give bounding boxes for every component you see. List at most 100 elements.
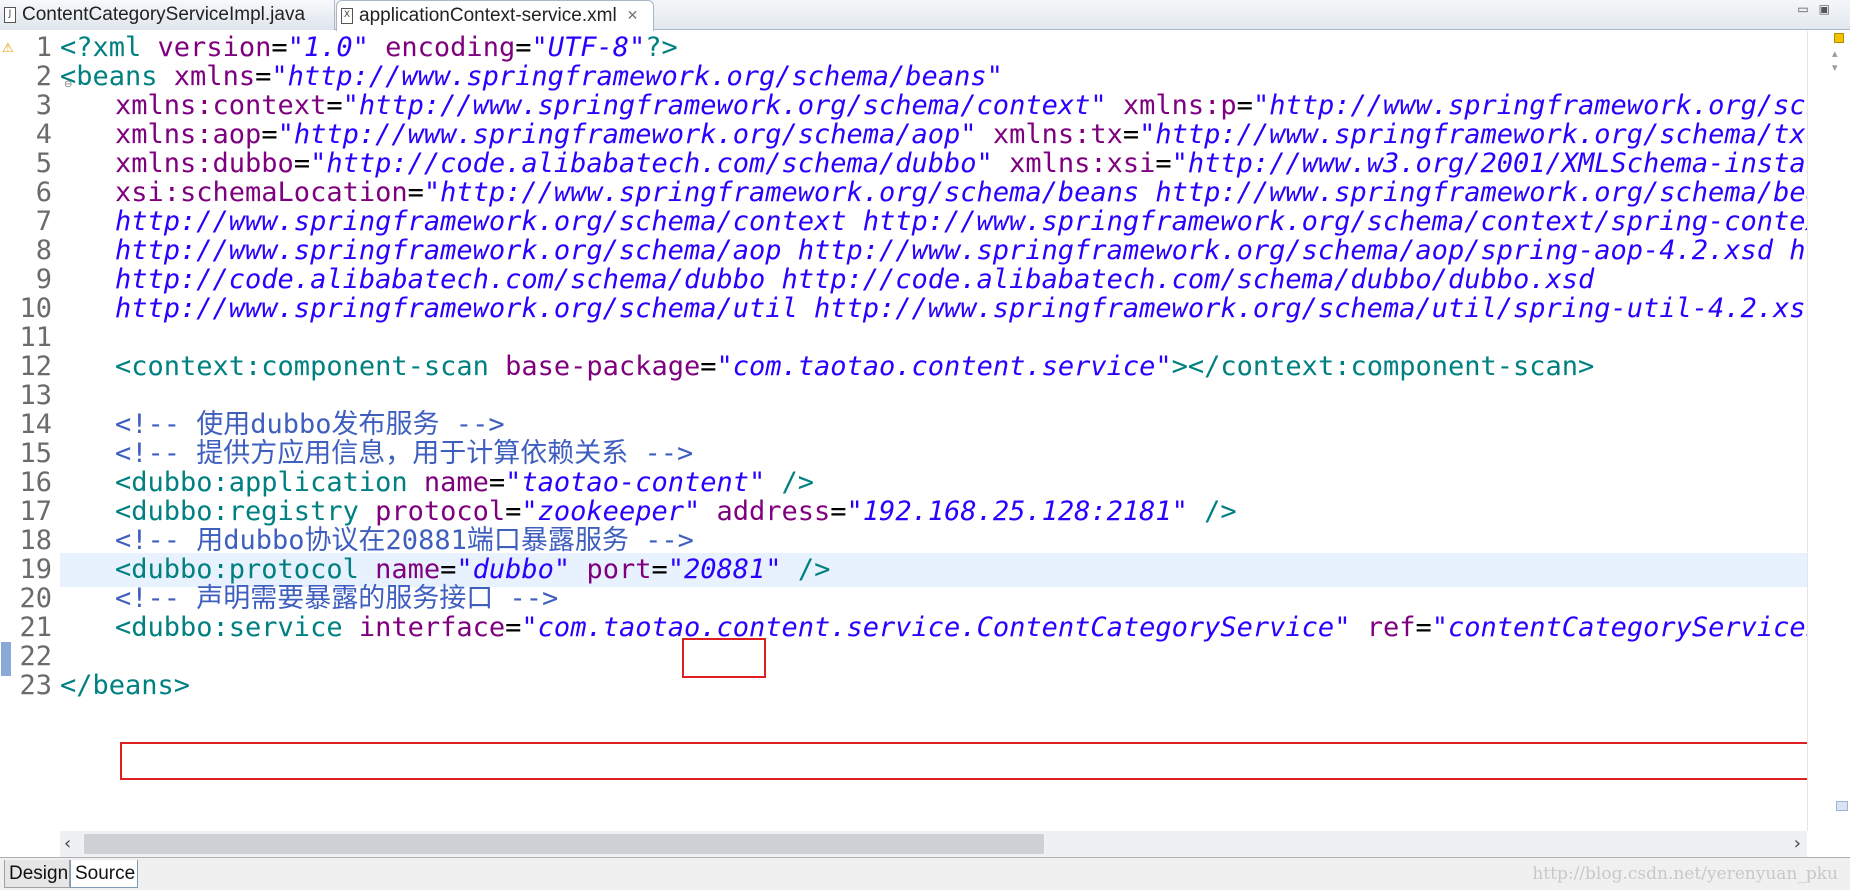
equals: = — [1236, 90, 1253, 121]
equals: = — [407, 177, 424, 208]
attribute-value: "com.taotao.content.service" — [716, 351, 1172, 382]
xml-comment: <!-- 声明需要暴露的服务接口 --> — [115, 583, 559, 614]
ruler-ticks: ▴ ▾ — [1832, 47, 1838, 74]
attribute: xmlns:aop — [115, 119, 262, 150]
tab-design[interactable]: Design — [4, 860, 70, 888]
attribute: base-package — [505, 351, 701, 382]
horizontal-scrollbar[interactable]: ‹ › — [60, 831, 1807, 857]
attribute-value: "192.168.25.128:2181" — [846, 496, 1188, 527]
quick-diff-marker — [1, 642, 11, 676]
equals: = — [488, 467, 506, 498]
editor-mode-bar: Design Source http://blog.csdn.net/yeren… — [0, 857, 1850, 890]
attribute-value: http://code.alibabatech.com/schema/dubbo… — [115, 264, 1595, 295]
editor-tab-bar: J ContentCategoryServiceImpl.java X appl… — [0, 0, 1850, 31]
attribute: name — [375, 554, 441, 585]
attribute-value: "dubbo" — [456, 554, 571, 585]
warning-overview-icon[interactable] — [1834, 33, 1844, 43]
attribute-value: http://www.springframework.org/schema/ut… — [115, 293, 1807, 324]
equals: = — [651, 554, 668, 585]
quote: " — [765, 554, 782, 585]
warning-icon[interactable]: ⚠ — [2, 41, 14, 56]
equals: = — [326, 90, 343, 121]
line-number-gutter: 1 2 3 4 5 6 7 8 9 10 11 12 13 14 15 16 1… — [14, 31, 72, 831]
equals: = — [700, 351, 717, 382]
port-value: 20881 — [684, 554, 766, 585]
attribute: xmlns:context — [115, 90, 327, 121]
attribute: xmlns — [173, 61, 256, 92]
tag-close: /> — [781, 554, 831, 585]
maximize-icon[interactable]: ▣ — [1819, 2, 1840, 16]
attribute: port — [586, 554, 652, 585]
attribute-value: "http://www.springframework.org/schema/t… — [1139, 119, 1807, 150]
attribute: interface — [358, 612, 506, 643]
tag-open: <dubbo:application — [115, 467, 424, 498]
equals: = — [1415, 612, 1432, 643]
tag-close: ?> — [645, 32, 678, 63]
vertical-ruler: ⚠ — [0, 31, 14, 831]
equals: = — [1155, 148, 1172, 179]
attribute: ref — [1366, 612, 1416, 643]
java-file-icon: J — [4, 7, 16, 23]
scroll-right-icon[interactable]: › — [1794, 833, 1801, 854]
attribute-value: "taotao-content" — [505, 467, 766, 498]
tab-java-file[interactable]: J ContentCategoryServiceImpl.java — [0, 0, 335, 30]
line-number: 23 — [19, 670, 52, 701]
tag-close: /> — [765, 467, 815, 498]
attribute-value: "http://www.springframework.org/schema/p… — [1252, 90, 1807, 121]
attribute: encoding — [385, 32, 516, 63]
close-icon[interactable]: ✕ — [627, 8, 639, 24]
equals: = — [440, 554, 457, 585]
xml-comment: <!-- 用dubbo协议在20881端口暴露服务 --> — [115, 525, 694, 556]
code-line: <dubbo:service interface="com.taotao.con… — [60, 611, 1807, 645]
xml-declaration: <?xml — [60, 32, 158, 63]
equals: = — [505, 496, 522, 527]
attribute-value: http://www.springframework.org/schema/ao… — [115, 235, 1807, 266]
tab-xml-file[interactable]: X applicationContext-service.xml ✕ — [336, 0, 654, 31]
attribute-value: "http://code.alibabatech.com/schema/dubb… — [310, 148, 993, 179]
attribute-value: "com.taotao.content.service.ContentCateg… — [521, 612, 1351, 643]
attribute: protocol — [375, 496, 506, 527]
attribute: address — [716, 496, 831, 527]
tag-open: <beans — [60, 61, 174, 92]
tag-open: <dubbo:protocol — [115, 554, 376, 585]
equals: = — [505, 612, 522, 643]
minimize-icon[interactable]: ▭ — [1797, 2, 1818, 16]
equals: = — [515, 32, 532, 63]
tag-close: </beans> — [60, 670, 191, 701]
xml-file-icon: X — [341, 8, 353, 24]
attribute-value: "http://www.springframework.org/schema/a… — [277, 119, 977, 150]
equals: = — [255, 61, 272, 92]
window-controls: ▭▣ — [1797, 2, 1840, 16]
attribute-value: "UTF-8" — [531, 32, 646, 63]
code-line: <context:component-scan base-package="co… — [60, 350, 1807, 384]
tag-open: <context:component-scan — [115, 351, 506, 382]
equals: = — [271, 32, 288, 63]
attribute-value: "contentCategoryServiceImpl" — [1431, 612, 1807, 643]
attribute-value: "http://www.springframework.org/schema/c… — [342, 90, 1107, 121]
tag-open: <dubbo:registry — [115, 496, 376, 527]
attribute-value: "zookeeper" — [521, 496, 701, 527]
attribute: xmlns:p — [1122, 90, 1237, 121]
xml-source-editor[interactable]: ⚠ 1 2 3 4 5 6 7 8 9 10 11 12 13 14 15 16… — [0, 31, 1850, 831]
position-marker — [1836, 801, 1848, 811]
attribute: xsi:schemaLocation — [115, 177, 408, 208]
attribute: xmlns:tx — [992, 119, 1123, 150]
code-area[interactable]: <?xml version="1.0" encoding="UTF-8"?> <… — [60, 31, 1807, 831]
code-line: http://www.springframework.org/schema/ut… — [60, 292, 1807, 326]
attribute: name — [423, 467, 489, 498]
scroll-left-icon[interactable]: ‹ — [64, 833, 71, 854]
scrollbar-thumb[interactable] — [84, 834, 1044, 854]
attribute-value: http://www.springframework.org/schema/co… — [115, 206, 1807, 237]
tab-label: applicationContext-service.xml — [359, 5, 617, 26]
tab-source[interactable]: Source — [70, 860, 138, 888]
tag-close: ></context:component-scan> — [1171, 351, 1595, 382]
tab-label: ContentCategoryServiceImpl.java — [22, 4, 306, 25]
equals: = — [830, 496, 847, 527]
